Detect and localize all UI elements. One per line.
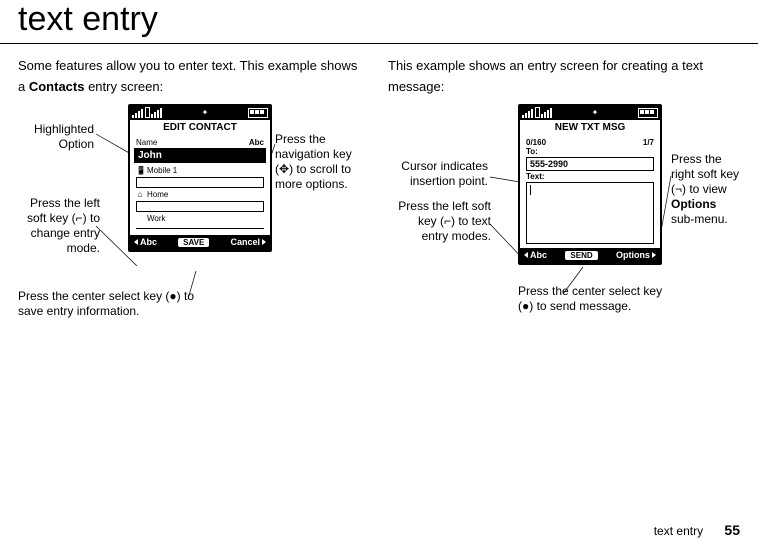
ann-left-softkey: Press the left soft key (⌐) to change en…: [18, 196, 100, 256]
softkey-center[interactable]: SAVE: [177, 237, 210, 248]
to-label: To:: [524, 147, 656, 156]
status-mid-icon-2: ✦: [592, 108, 599, 117]
char-count-row: 0/160 1/7: [524, 138, 656, 147]
work-row[interactable]: Work: [134, 213, 266, 224]
softkey-right-2[interactable]: Options: [616, 250, 656, 260]
ann-rsk-3: Options: [671, 197, 716, 211]
signal-icon-2: [522, 108, 552, 118]
ann-center-1: Press the center select key (: [18, 289, 169, 303]
name-row: Name Abc: [134, 138, 266, 147]
page-footer: text entry 55: [654, 522, 740, 538]
tri-right-icon: [262, 239, 266, 245]
ann-r-center-2: ) to send message.: [529, 299, 631, 313]
page-title: text entry: [0, 0, 758, 44]
status-bar-2: ✦: [520, 106, 660, 120]
center-icon: ●: [169, 289, 176, 303]
mobile-icon: 📱: [136, 166, 144, 175]
softkey-bar: Abc SAVE Cancel: [130, 235, 270, 250]
lsk-icon-r: ⌐: [444, 214, 451, 228]
right-phone-area: Cursor indicates insertion point. Press …: [388, 104, 738, 354]
phone-new-txt: ✦ NEW TXT MSG 0/160 1/7 T: [518, 104, 662, 265]
page-count: 1/7: [643, 138, 654, 147]
ann-rsk-2: ) to view: [682, 182, 727, 196]
phone-title: EDIT CONTACT: [130, 120, 270, 135]
phone-edit-contact: ✦ EDIT CONTACT Name Abc J: [128, 104, 272, 252]
ann-highlighted-text: Highlighted Option: [34, 122, 94, 151]
mode-indicator: Abc: [249, 138, 264, 147]
char-count: 0/160: [526, 138, 546, 147]
softkey-right[interactable]: Cancel: [230, 237, 266, 247]
mobile-input[interactable]: [136, 177, 264, 188]
message-field[interactable]: [526, 182, 654, 244]
ann-highlighted-option: Highlighted Option: [18, 122, 94, 152]
home-icon: ⌂: [136, 190, 144, 199]
nav-icon: ✥: [279, 162, 289, 176]
sk-right-label: Cancel: [230, 237, 260, 247]
ann-cursor: Cursor indicates insertion point.: [388, 159, 488, 189]
sk-left-label-2: Abc: [530, 250, 547, 260]
phone-screen-2: 0/160 1/7 To: 555-2990 Text:: [520, 135, 660, 248]
left-intro: Some features allow you to enter text. T…: [18, 56, 368, 98]
home-row[interactable]: ⌂ Home: [134, 189, 266, 200]
phone-title-2: NEW TXT MSG: [520, 120, 660, 135]
mobile-row[interactable]: 📱 Mobile 1: [134, 165, 266, 176]
softkey-left[interactable]: Abc: [134, 237, 157, 247]
phone-screen: Name Abc John 📱 Mobile 1 ⌂ Home: [130, 135, 270, 235]
tri-left-icon-2: [524, 252, 528, 258]
footer-page: 55: [724, 522, 740, 538]
ann-center-key-r: Press the center select key (●) to send …: [518, 284, 678, 314]
to-field[interactable]: 555-2990: [526, 157, 654, 171]
left-column: Some features allow you to enter text. T…: [18, 56, 368, 354]
name-label: Name: [136, 138, 157, 147]
ann-rsk-4: sub-menu.: [671, 212, 728, 226]
tri-right-icon-2: [652, 252, 656, 258]
home-label: Home: [147, 190, 168, 199]
left-phone-area: Highlighted Option Press the left soft k…: [18, 104, 368, 354]
text-cursor: [530, 185, 531, 195]
lsk-icon: ⌐: [76, 211, 83, 225]
mobile-label: Mobile 1: [147, 166, 177, 175]
home-input[interactable]: [136, 201, 264, 212]
signal-icon: [132, 108, 162, 118]
tri-left-icon: [134, 239, 138, 245]
left-intro-c: entry screen:: [84, 79, 163, 94]
ann-center-key: Press the center select key (●) to save …: [18, 289, 198, 319]
status-mid-icon: ✦: [202, 108, 209, 117]
columns: Some features allow you to enter text. T…: [0, 44, 758, 354]
divider: [136, 228, 264, 229]
left-intro-b: Contacts: [29, 79, 85, 94]
status-bar: ✦: [130, 106, 270, 120]
ann-nav-key: Press the navigation key (✥) to scroll t…: [275, 132, 367, 192]
highlighted-name[interactable]: John: [134, 148, 266, 163]
ann-right-softkey: Press the right soft key (¬) to view Opt…: [671, 152, 741, 227]
ann-left-softkey-r: Press the left soft key (⌐) to text entr…: [388, 199, 491, 244]
text-label: Text:: [524, 172, 656, 181]
battery-icon: [248, 108, 268, 118]
sk-left-label: Abc: [140, 237, 157, 247]
work-label: Work: [147, 214, 166, 223]
softkey-left-2[interactable]: Abc: [524, 250, 547, 260]
softkey-center-2[interactable]: SEND: [564, 250, 598, 261]
rsk-icon: ¬: [675, 182, 682, 196]
sk-right-label-2: Options: [616, 250, 650, 260]
footer-label: text entry: [654, 524, 703, 538]
softkey-bar-2: Abc SEND Options: [520, 248, 660, 263]
battery-icon-2: [638, 108, 658, 118]
right-intro: This example shows an entry screen for c…: [388, 56, 738, 98]
right-column: This example shows an entry screen for c…: [388, 56, 738, 354]
